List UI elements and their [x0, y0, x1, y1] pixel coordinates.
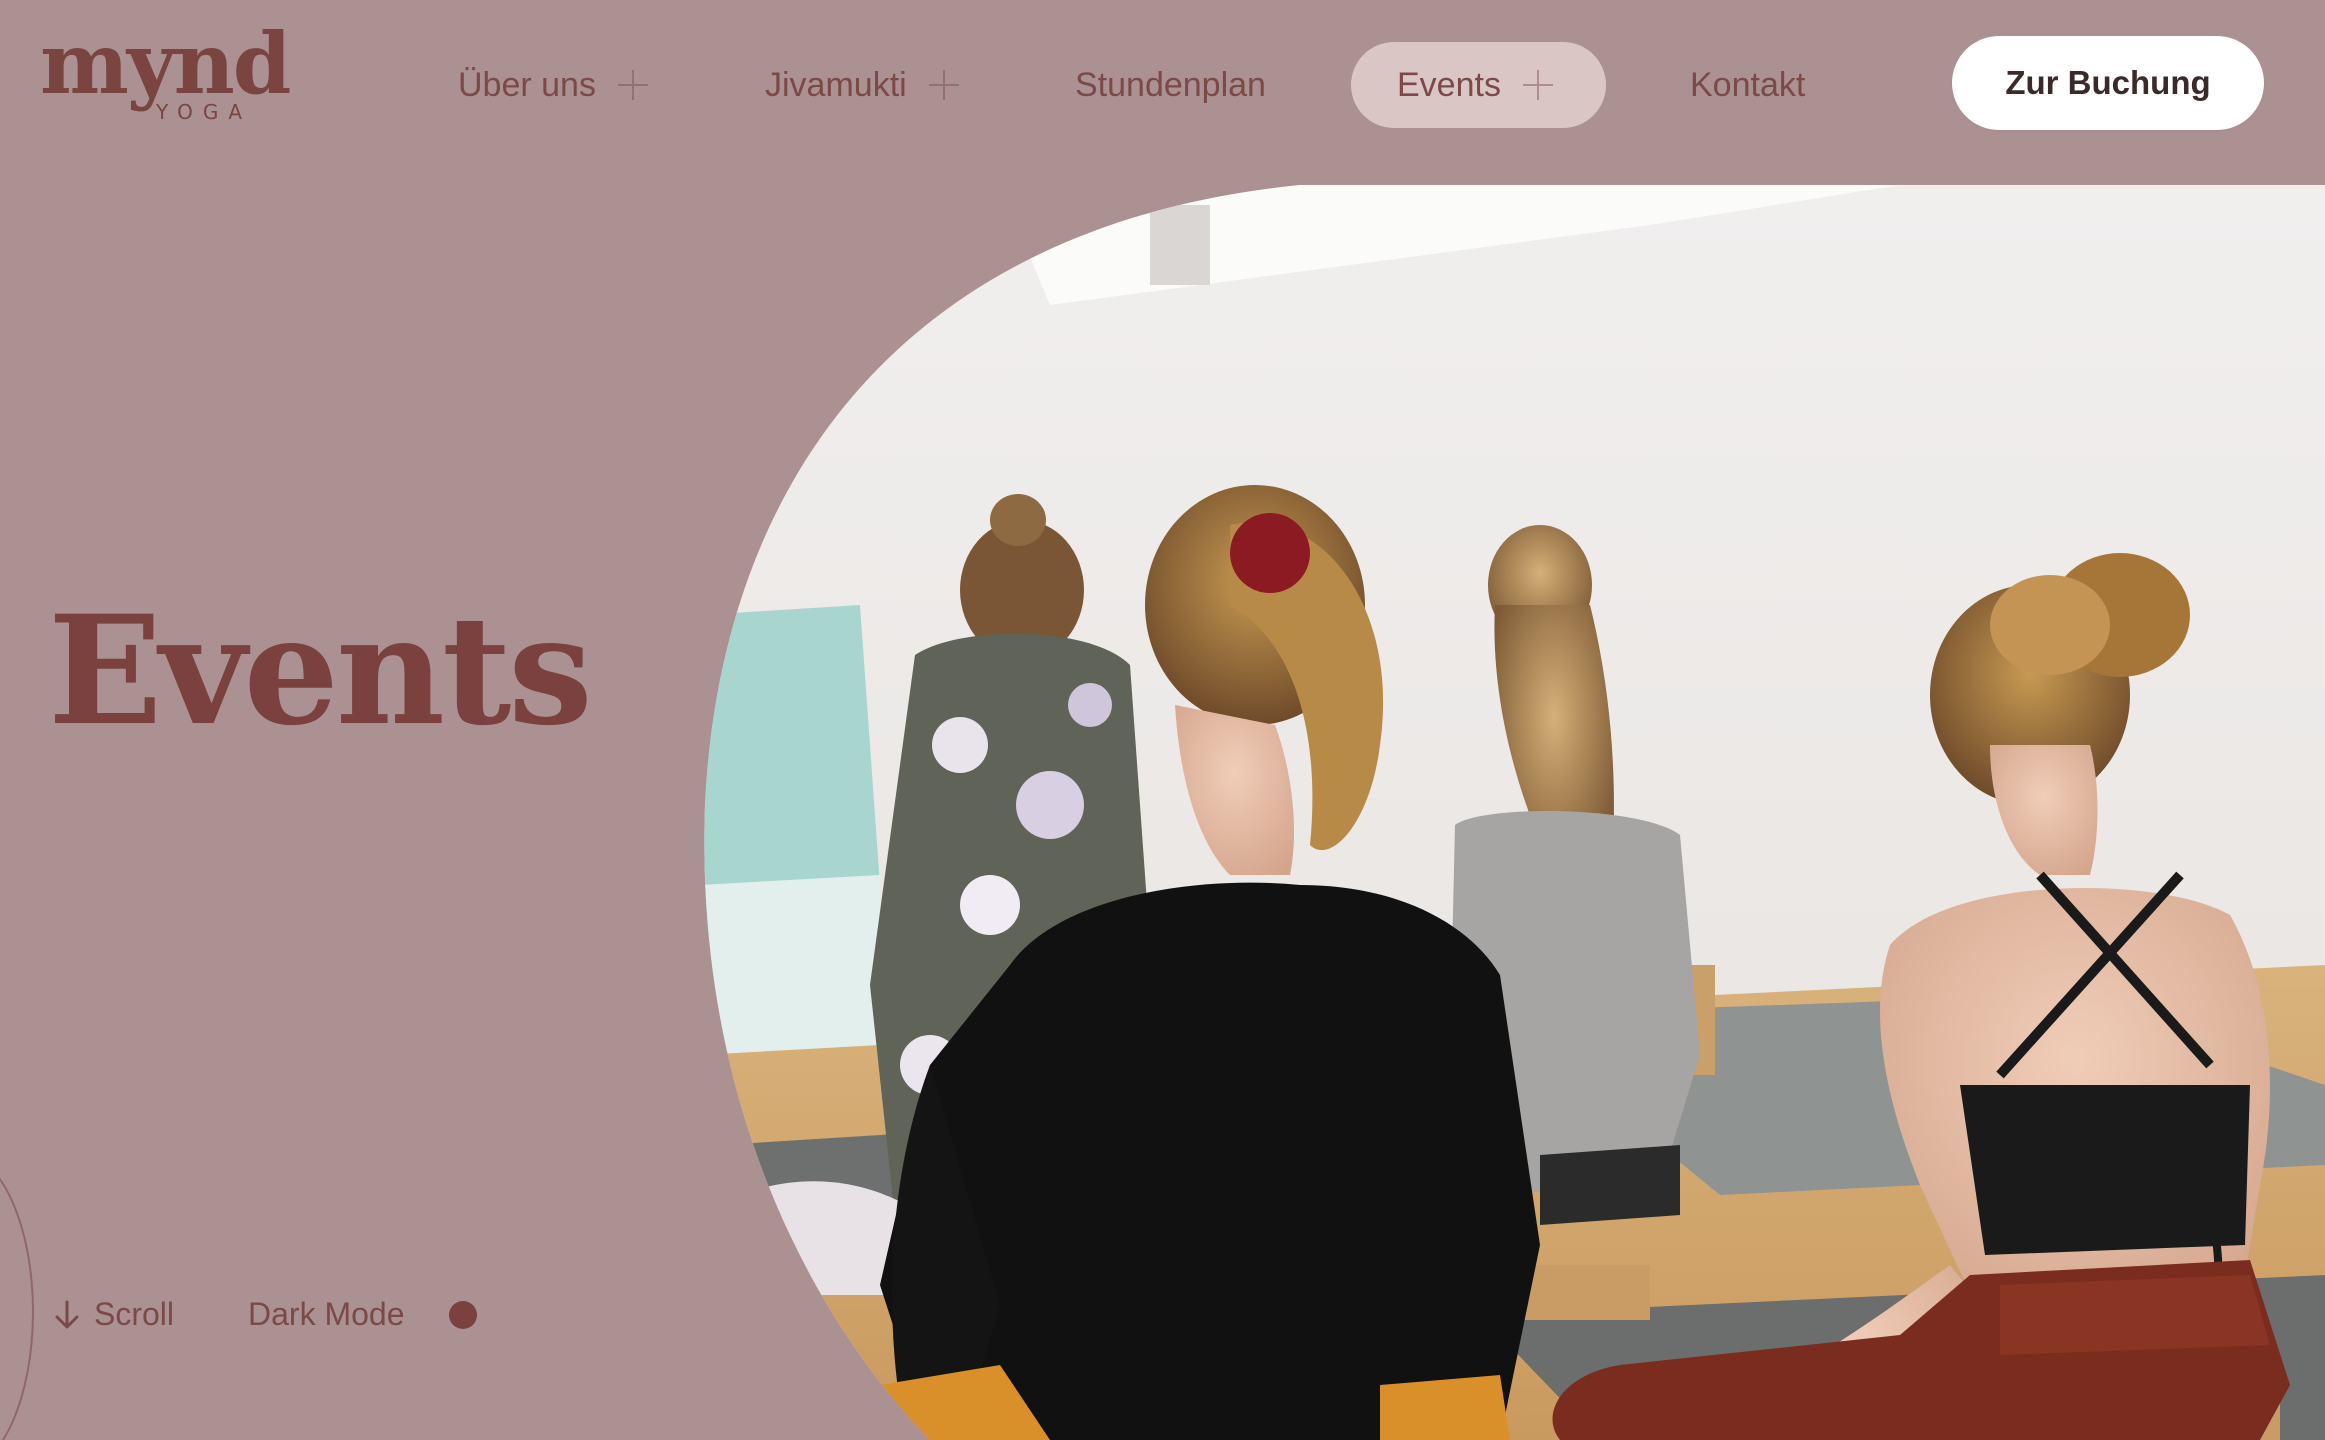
booking-button[interactable]: Zur Buchung [1952, 36, 2264, 130]
nav-item-events-active[interactable]: Events [1351, 42, 1606, 128]
nav-item-jivamukti[interactable]: Jivamukti [765, 42, 959, 128]
nav-item-label: Events [1397, 65, 1501, 104]
brand-name: mynd [40, 14, 291, 113]
arrow-down-icon [55, 1300, 79, 1328]
plus-icon [1522, 70, 1553, 100]
dark-mode-label: Dark Mode [248, 1296, 405, 1332]
nav-item-label: Jivamukti [765, 65, 907, 104]
page: mynd YOGA Über uns Jivamukti Stundenplan… [0, 0, 2325, 1440]
site-header: mynd YOGA Über uns Jivamukti Stundenplan… [0, 0, 2325, 170]
nav-item-ueber-uns[interactable]: Über uns [458, 42, 648, 128]
scroll-button[interactable]: Scroll [54, 1296, 174, 1333]
dark-mode-toggle[interactable]: Dark Mode [248, 1296, 477, 1333]
nav-item-label: Stundenplan [1075, 65, 1266, 104]
page-title: Events [48, 582, 593, 759]
dot-toggle-icon [448, 1300, 477, 1329]
scroll-label: Scroll [94, 1296, 175, 1332]
brand-logo[interactable]: mynd YOGA [40, 22, 300, 132]
nav-item-label: Kontakt [1690, 65, 1806, 104]
plus-icon [928, 70, 959, 100]
nav-item-stundenplan[interactable]: Stundenplan [1075, 42, 1266, 128]
plus-icon [617, 70, 648, 100]
nav-item-kontakt[interactable]: Kontakt [1690, 42, 1805, 128]
hero-photo [704, 185, 2325, 1440]
nav-item-label: Über uns [458, 65, 596, 104]
brand-tagline: YOGA [155, 100, 252, 124]
